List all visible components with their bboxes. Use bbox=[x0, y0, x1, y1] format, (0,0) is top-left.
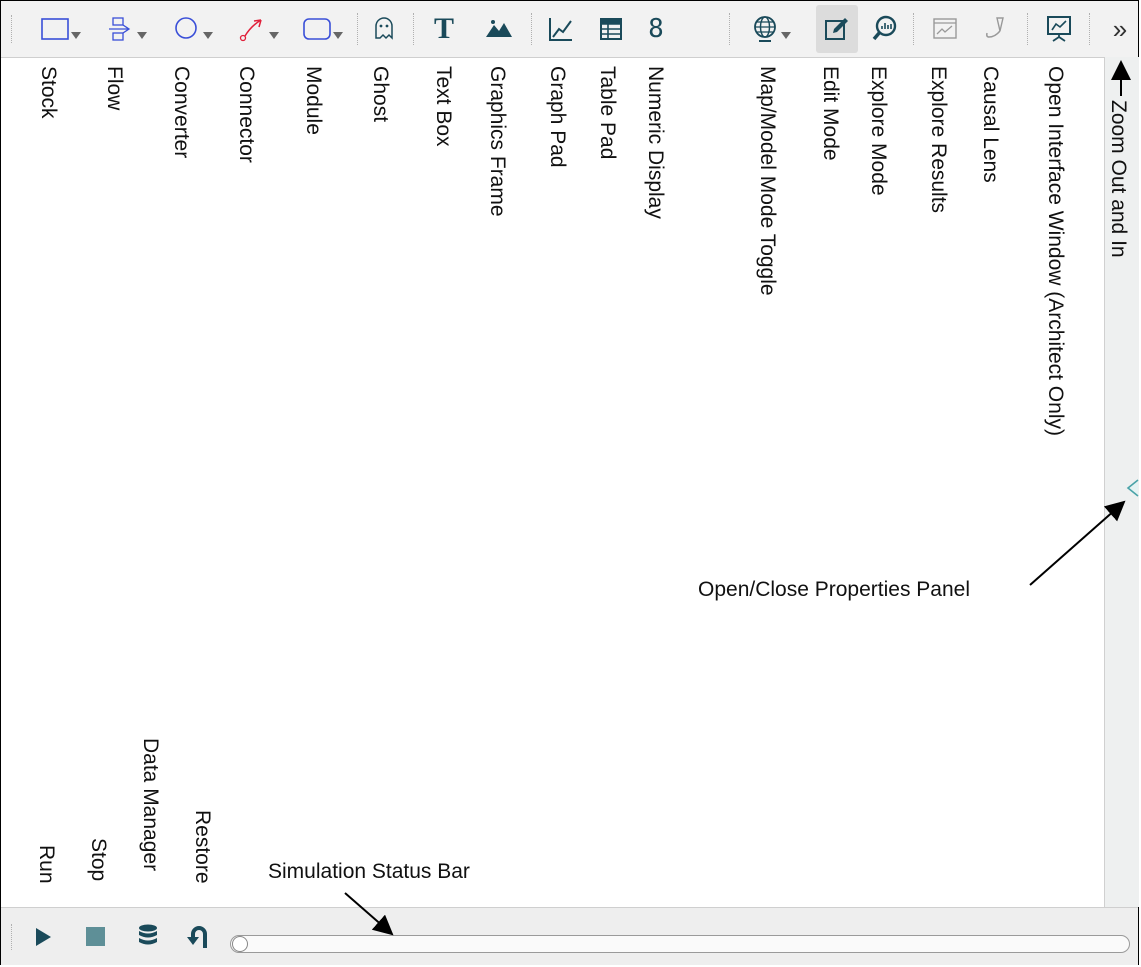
causal-lens-callout-label: Causal Lens bbox=[979, 66, 1002, 183]
toolbar-separator bbox=[729, 13, 730, 45]
graphics-frame-callout-label: Graphics Frame bbox=[486, 66, 509, 217]
explore-results-button[interactable] bbox=[927, 9, 963, 49]
zoom-callout-label: Zoom Out and In bbox=[1107, 100, 1130, 258]
toolbar-separator bbox=[413, 13, 414, 45]
graphics-frame-icon bbox=[486, 20, 512, 37]
numeric-display-icon: 8 bbox=[648, 14, 664, 44]
stock-tool-button[interactable] bbox=[37, 9, 87, 49]
map-model-toggle-callout-label: Map/Model Mode Toggle bbox=[756, 66, 779, 296]
table-pad-tool-button[interactable] bbox=[593, 9, 629, 49]
module-icon bbox=[303, 18, 343, 40]
toolbar-separator bbox=[357, 13, 358, 45]
converter-callout-label: Converter bbox=[170, 66, 193, 159]
graphics-frame-tool-button[interactable] bbox=[481, 9, 517, 49]
play-icon bbox=[36, 928, 51, 946]
causal-lens-icon bbox=[986, 17, 1004, 38]
restore-icon bbox=[187, 926, 207, 948]
run-button[interactable] bbox=[31, 924, 55, 955]
ghost-callout-label: Ghost bbox=[369, 66, 392, 123]
converter-tool-button[interactable] bbox=[169, 9, 219, 49]
edit-mode-callout-label: Edit Mode bbox=[819, 66, 842, 161]
converter-icon bbox=[175, 17, 213, 39]
map-model-toggle-icon bbox=[754, 16, 791, 42]
stock-callout-label: Stock bbox=[37, 66, 60, 119]
data-manager-button[interactable] bbox=[135, 922, 161, 957]
restore-callout-label: Restore bbox=[191, 810, 214, 884]
graph-pad-icon bbox=[549, 18, 572, 41]
toolbar-grip[interactable] bbox=[11, 15, 12, 43]
numeric-display-tool-button[interactable]: 8 bbox=[641, 9, 671, 49]
graph-pad-callout-label: Graph Pad bbox=[546, 66, 569, 168]
toolbar-separator bbox=[531, 13, 532, 45]
status-bar-callout-label: Simulation Status Bar bbox=[268, 860, 470, 883]
flow-tool-button[interactable] bbox=[103, 9, 153, 49]
toolbar-separator bbox=[913, 13, 914, 45]
module-tool-button[interactable] bbox=[299, 9, 349, 49]
ghost-icon bbox=[375, 17, 393, 40]
toolbar-separator bbox=[1027, 13, 1028, 45]
data-manager-callout-label: Data Manager bbox=[139, 738, 162, 872]
status-grip[interactable] bbox=[11, 924, 12, 950]
open-interface-window-button[interactable] bbox=[1041, 9, 1077, 49]
toolbar-separator bbox=[1089, 13, 1090, 45]
causal-lens-button[interactable] bbox=[977, 9, 1013, 49]
ghost-tool-button[interactable] bbox=[367, 9, 401, 49]
connector-icon bbox=[239, 19, 279, 42]
properties-panel-callout-label: Open/Close Properties Panel bbox=[698, 578, 970, 601]
graph-pad-tool-button[interactable] bbox=[543, 9, 579, 49]
numeric-display-callout-label: Numeric Display bbox=[644, 66, 667, 219]
module-callout-label: Module bbox=[302, 66, 325, 135]
text-box-callout-label: Text Box bbox=[432, 66, 455, 147]
stop-icon bbox=[86, 927, 105, 946]
stock-icon bbox=[41, 18, 81, 40]
explore-results-callout-label: Explore Results bbox=[927, 66, 950, 214]
restore-button[interactable] bbox=[185, 922, 213, 957]
connector-callout-label: Connector bbox=[235, 66, 258, 163]
flow-callout-label: Flow bbox=[103, 66, 126, 111]
explore-results-icon bbox=[933, 18, 957, 39]
explore-mode-callout-label: Explore Mode bbox=[867, 66, 890, 196]
slider-thumb[interactable] bbox=[232, 936, 248, 952]
simulation-progress-slider[interactable] bbox=[230, 935, 1130, 953]
explore-mode-button[interactable] bbox=[867, 9, 903, 49]
properties-panel-toggle-icon[interactable] bbox=[1126, 478, 1140, 498]
edit-mode-icon bbox=[825, 18, 848, 40]
text-box-tool-button[interactable]: T bbox=[427, 9, 461, 49]
explore-mode-icon bbox=[872, 15, 897, 41]
toolbar-overflow-button[interactable]: » bbox=[1105, 9, 1135, 49]
stop-callout-label: Stop bbox=[87, 838, 110, 882]
flow-icon bbox=[109, 17, 147, 41]
text-box-icon: T bbox=[433, 12, 454, 45]
main-toolbar: T 8 » bbox=[1, 1, 1138, 58]
database-icon bbox=[139, 924, 157, 945]
edit-mode-button[interactable] bbox=[819, 9, 855, 49]
map-model-toggle-button[interactable] bbox=[749, 9, 797, 49]
stop-button[interactable] bbox=[83, 924, 109, 955]
connector-tool-button[interactable] bbox=[235, 9, 285, 49]
table-pad-icon bbox=[600, 18, 622, 40]
interface-window-icon bbox=[1047, 16, 1071, 42]
open-interface-window-callout-label: Open Interface Window (Architect Only) bbox=[1044, 66, 1067, 436]
double-chevron-right-icon: » bbox=[1112, 13, 1128, 44]
run-callout-label: Run bbox=[35, 845, 58, 884]
table-pad-callout-label: Table Pad bbox=[596, 66, 619, 160]
